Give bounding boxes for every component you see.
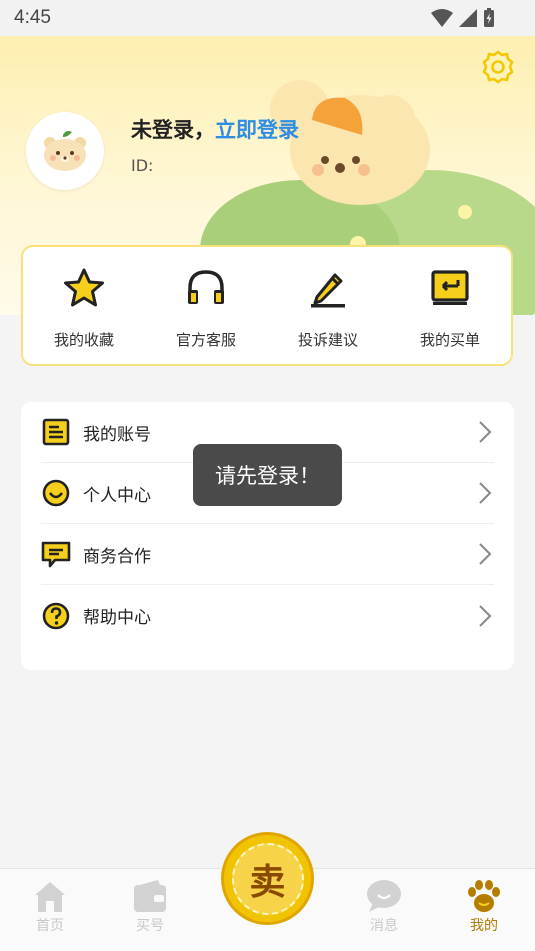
chevron-right-icon — [479, 604, 492, 627]
message-icon — [41, 541, 71, 568]
menu-item-label: 我的账号 — [83, 424, 151, 445]
toast-message: 请先登录！ — [193, 444, 342, 506]
quick-action-label: 官方客服 — [175, 331, 236, 349]
sell-badge-char: 卖 — [249, 861, 286, 903]
quick-action-label: 投诉建议 — [297, 331, 358, 349]
sell-center-button[interactable]: 卖 — [221, 832, 314, 925]
quick-action-label: 我的收藏 — [53, 331, 114, 349]
tab-messages[interactable]: 消息 — [354, 879, 414, 935]
quick-action-complaint[interactable]: 投诉建议 — [267, 247, 389, 364]
quick-action-favorites[interactable]: 我的收藏 — [23, 247, 145, 364]
tab-label: 消息 — [370, 918, 398, 934]
order-icon — [431, 270, 469, 305]
tab-buy-account[interactable]: 买号 — [120, 879, 180, 935]
tab-label: 我的 — [470, 918, 498, 934]
status-time: 4:45 — [14, 7, 51, 28]
star-icon — [64, 268, 104, 307]
login-status-text: 未登录， — [131, 118, 215, 142]
sell-badge-icon: 卖 — [231, 842, 304, 915]
user-id-label: ID: — [131, 156, 154, 175]
battery-icon — [484, 8, 494, 27]
chat-icon — [367, 880, 401, 912]
headphones-icon — [188, 270, 224, 304]
settings-gear-icon[interactable] — [481, 50, 515, 84]
chevron-right-icon — [479, 421, 492, 443]
menu-item-label: 商务合作 — [83, 546, 151, 567]
quick-action-my-orders[interactable]: 我的买单 — [389, 247, 511, 364]
menu-list: 我的账号 个人中心 商务合作 帮助中心 — [21, 402, 514, 670]
signal-icon — [459, 9, 477, 27]
login-now-link[interactable]: 立即登录 — [215, 118, 299, 142]
status-bar: 4:45 — [0, 0, 535, 36]
avatar[interactable] — [26, 112, 104, 190]
wallet-icon — [134, 880, 166, 912]
login-status: 未登录，立即登录 — [131, 114, 299, 144]
tab-label: 买号 — [136, 918, 164, 934]
tab-mine[interactable]: 我的 — [454, 879, 514, 935]
quick-actions-card: 我的收藏 官方客服 投诉建议 我的买单 — [21, 245, 513, 366]
wifi-icon — [431, 9, 453, 27]
account-icon — [42, 418, 70, 446]
chevron-right-icon — [479, 482, 492, 504]
chevron-right-icon — [479, 543, 492, 565]
paw-icon — [468, 880, 500, 912]
user-id: ID: — [131, 156, 157, 175]
menu-item-label: 帮助中心 — [83, 608, 151, 628]
bear-avatar-icon — [44, 131, 86, 171]
smile-icon — [42, 479, 70, 507]
tab-label: 首页 — [36, 918, 64, 934]
home-icon — [35, 882, 65, 912]
quick-action-customer-service[interactable]: 官方客服 — [145, 247, 267, 364]
pencil-icon — [311, 273, 345, 308]
menu-item-business-cooperation[interactable]: 商务合作 — [41, 524, 494, 585]
help-icon — [42, 602, 70, 629]
quick-action-label: 我的买单 — [419, 331, 480, 349]
menu-item-help-center[interactable]: 帮助中心 — [41, 585, 494, 646]
tab-home[interactable]: 首页 — [20, 879, 80, 935]
